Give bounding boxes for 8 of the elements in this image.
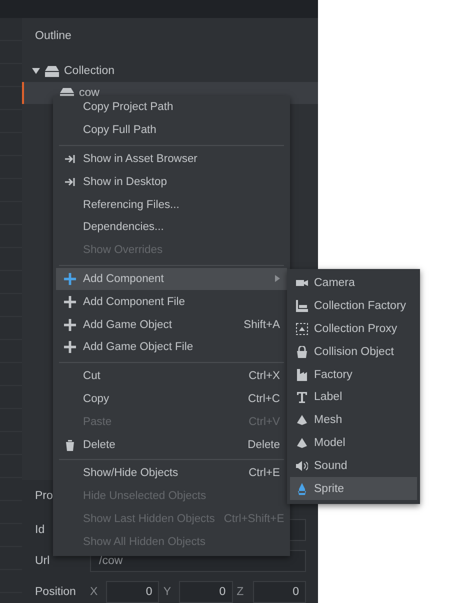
axis-label: Z: [236, 586, 245, 598]
axis-label: Y: [163, 586, 172, 598]
panel-title: Outline: [35, 30, 72, 42]
field-label: Position: [35, 586, 77, 598]
field-label: Id: [35, 524, 46, 536]
axis-label: X: [90, 586, 99, 598]
field-label: Url: [35, 555, 51, 567]
panel-title: Pro: [35, 490, 53, 502]
